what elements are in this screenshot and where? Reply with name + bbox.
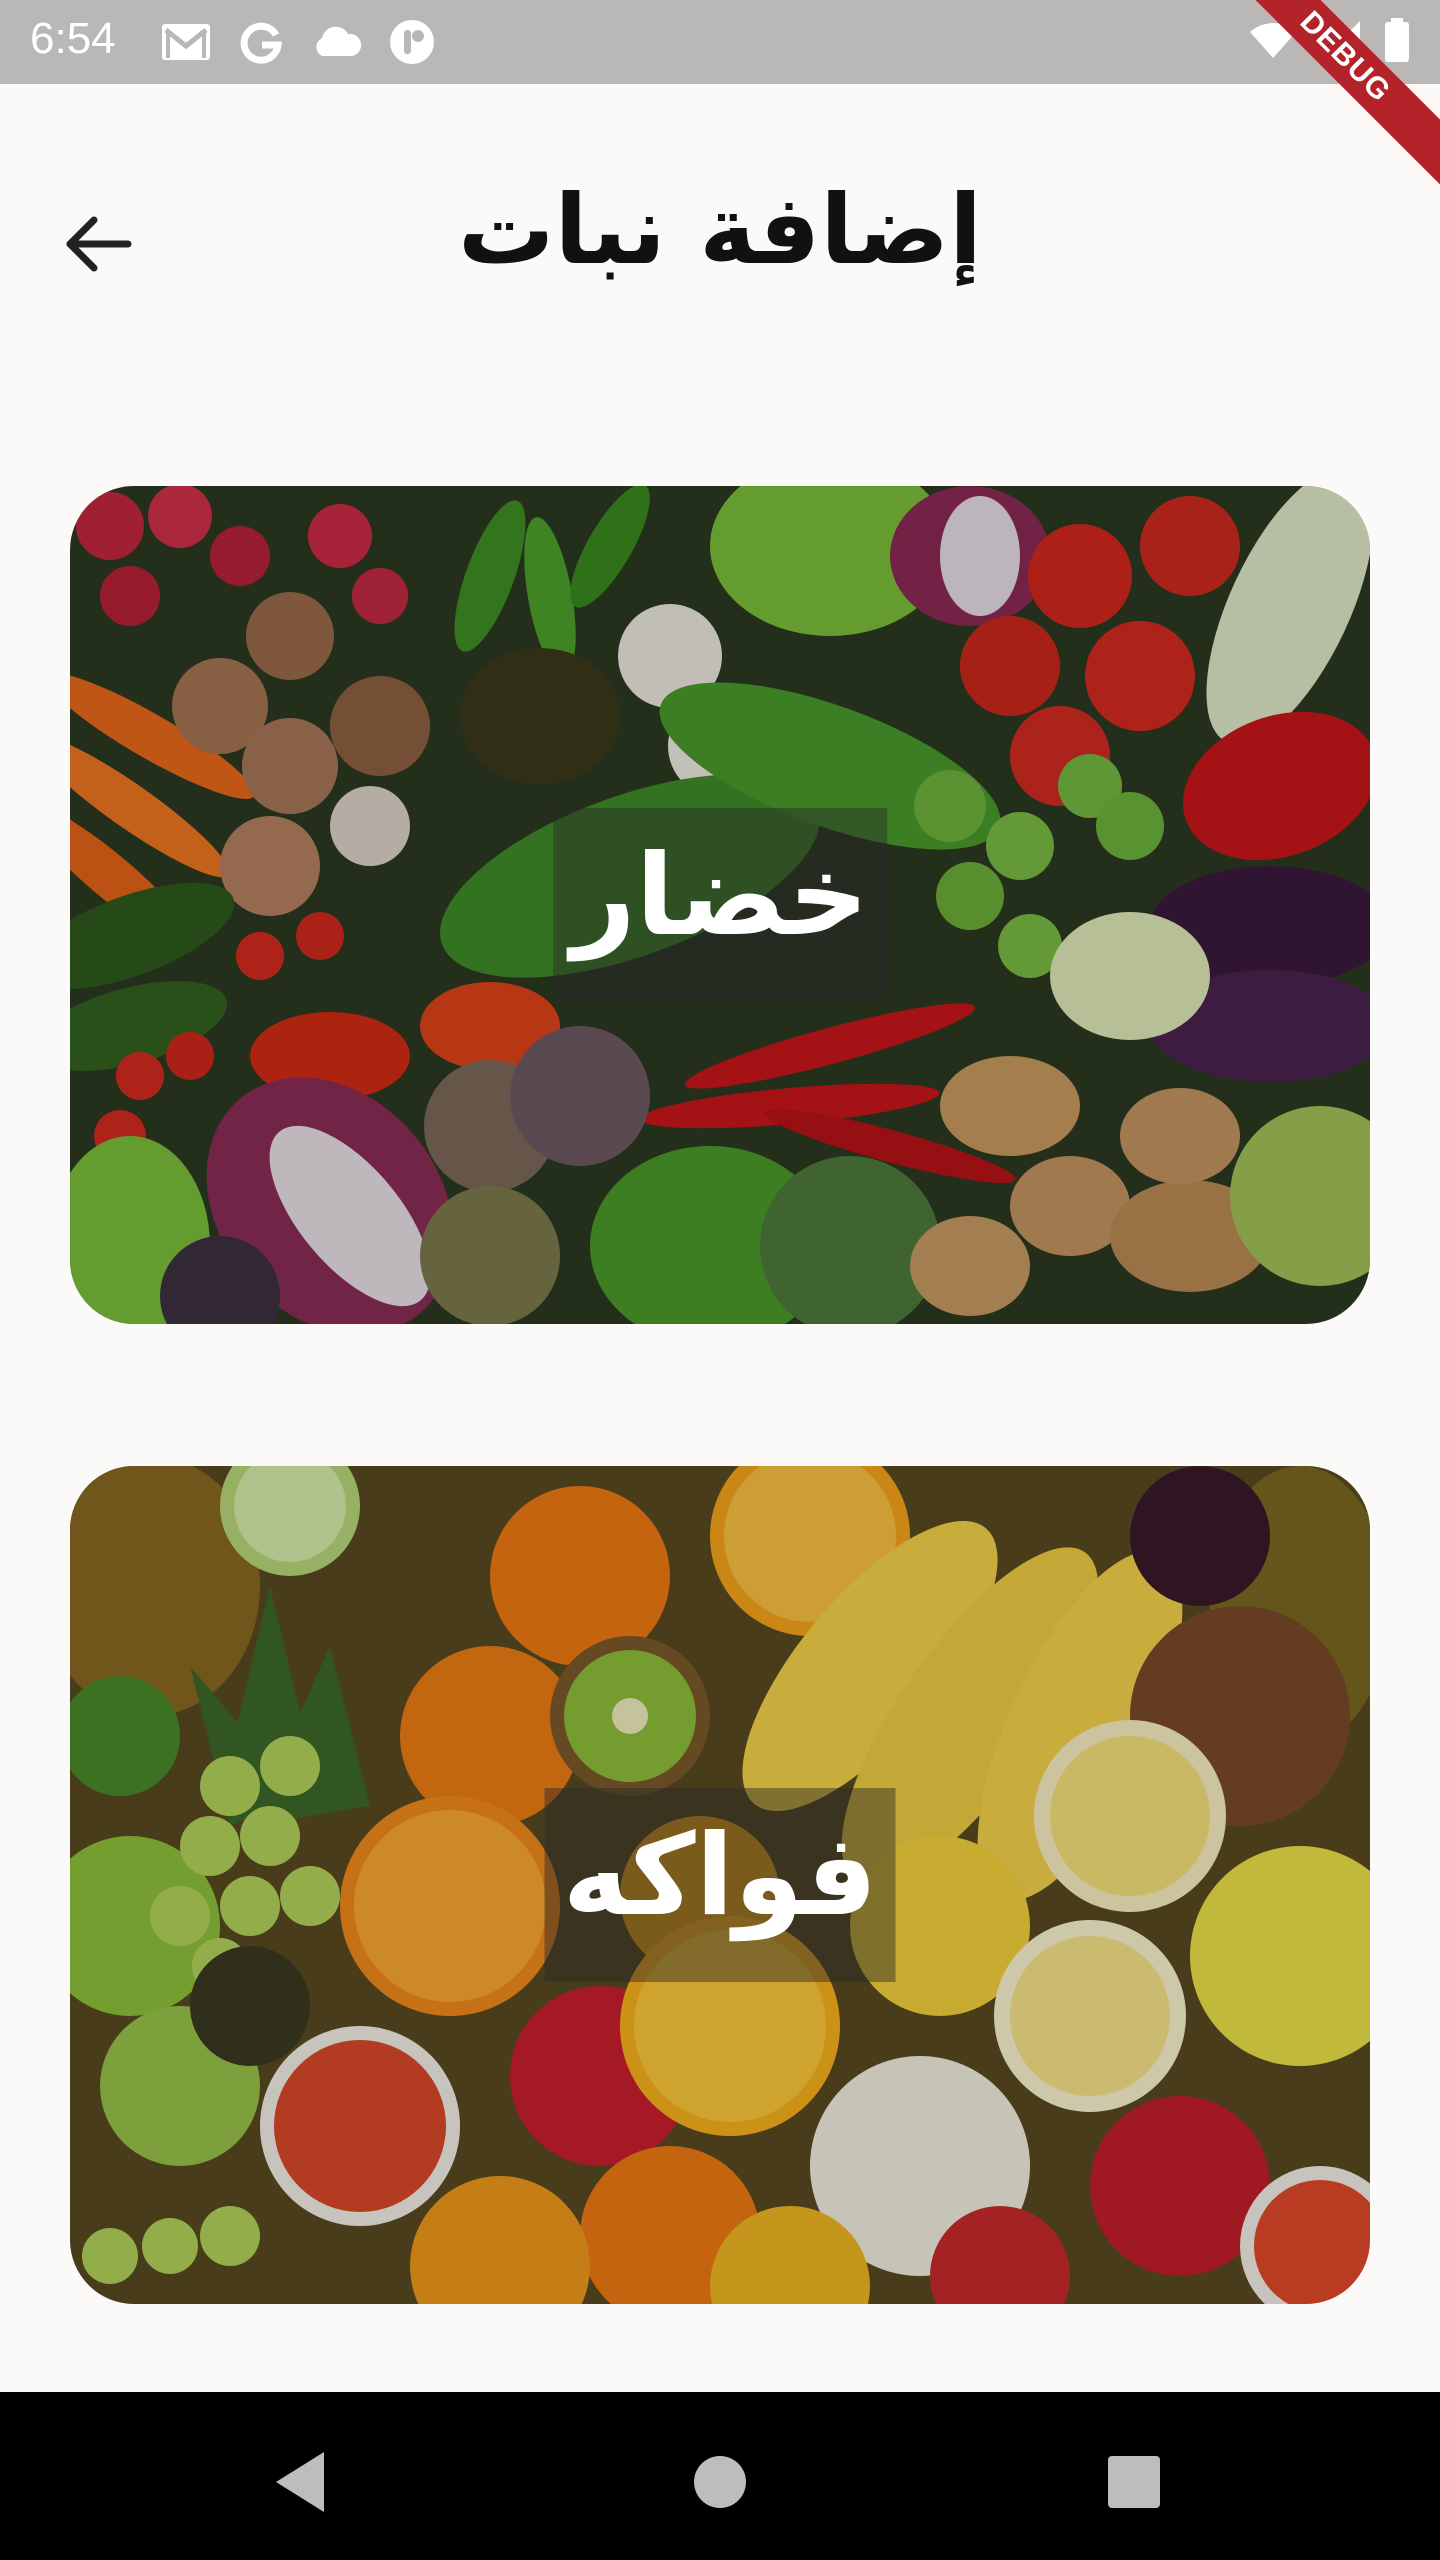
category-label: فواكه — [544, 1788, 896, 1982]
page-title: إضافة نبات — [458, 174, 982, 286]
app-icon — [390, 20, 434, 64]
status-time: 6:54 — [30, 14, 116, 63]
home-circle-icon[interactable] — [680, 2442, 760, 2522]
back-triangle-icon[interactable] — [262, 2442, 342, 2522]
system-nav-bar — [0, 2392, 1440, 2560]
google-icon — [240, 22, 282, 64]
status-notification-icons — [160, 18, 436, 66]
battery-icon — [1385, 18, 1409, 62]
gmail-icon — [162, 24, 210, 60]
status-bar: 6:54 — [0, 0, 1440, 84]
category-card-fruits[interactable]: فواكه — [70, 1466, 1370, 2304]
app-bar: إضافة نبات — [0, 84, 1440, 394]
recents-square-icon[interactable] — [1094, 2442, 1174, 2522]
category-label: خضار — [553, 808, 887, 1002]
category-card-vegetables[interactable]: خضار — [70, 486, 1370, 1324]
cloud-icon — [316, 26, 362, 56]
